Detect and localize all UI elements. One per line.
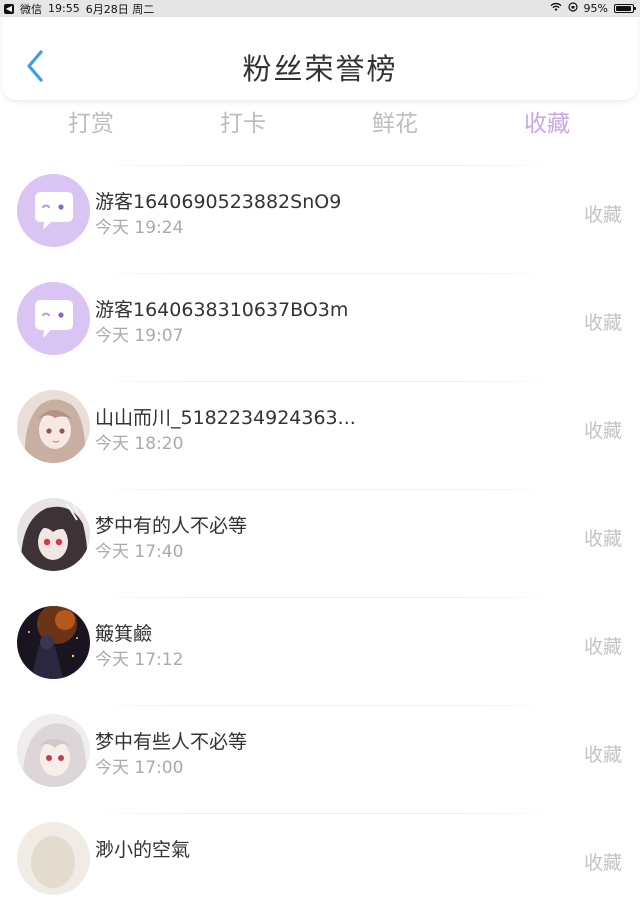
tab-favorites[interactable]: 收藏 [487, 104, 607, 138]
divider [95, 597, 555, 598]
action-label: 收藏 [583, 852, 622, 874]
divider [95, 381, 555, 382]
timestamp: 今天 18:20 [95, 434, 184, 454]
user-name: 渺小的空氣 [95, 839, 191, 861]
back-to-app-label[interactable]: 微信 [20, 1, 42, 17]
status-left: ◀ 微信 19:55 6月28日 周二 [4, 1, 154, 17]
avatar[interactable] [17, 390, 90, 463]
battery-percent: 95% [583, 2, 608, 15]
list-item[interactable]: 游客1640638310637BO3m 今天 19:07 收藏 [0, 273, 640, 381]
list-item[interactable]: 山山而川_5182234924363... 今天 18:20 收藏 [0, 381, 640, 489]
back-to-app-icon[interactable]: ◀ [4, 3, 14, 14]
list-item[interactable]: 梦中有的人不必等 今天 17:40 收藏 [0, 489, 640, 597]
avatar[interactable] [17, 282, 90, 355]
nav-header: 粉丝荣誉榜 [2, 17, 638, 100]
list-item[interactable]: 簸箕鹼 今天 17:12 收藏 [0, 597, 640, 705]
orientation-lock-icon [567, 2, 578, 15]
timestamp: 今天 17:00 [95, 758, 184, 778]
timestamp: 今天 19:07 [95, 326, 184, 346]
status-time: 19:55 [48, 2, 80, 15]
user-name: 梦中有些人不必等 [95, 731, 248, 753]
user-photo [17, 498, 90, 571]
action-label: 收藏 [583, 420, 622, 442]
avatar[interactable] [17, 174, 90, 247]
user-name: 游客1640638310637BO3m [95, 299, 349, 321]
action-label: 收藏 [583, 204, 622, 226]
list-item[interactable]: 游客1640690523882SnO9 今天 19:24 收藏 [0, 165, 640, 273]
tab-flowers[interactable]: 鲜花 [335, 104, 455, 138]
divider [95, 489, 555, 490]
user-name: 簸箕鹼 [95, 623, 153, 645]
divider [95, 705, 555, 706]
fan-list: 游客1640690523882SnO9 今天 19:24 收藏 游客164063… [0, 165, 640, 921]
user-photo [17, 606, 90, 679]
wifi-icon [550, 2, 562, 15]
divider [95, 813, 555, 814]
user-name: 游客1640690523882SnO9 [95, 191, 342, 213]
tab-checkin[interactable]: 打卡 [183, 104, 303, 138]
tab-reward[interactable]: 打赏 [31, 104, 151, 138]
action-label: 收藏 [583, 744, 622, 766]
user-name: 山山而川_5182234924363... [95, 407, 356, 429]
battery-icon [614, 4, 636, 13]
timestamp: 今天 17:40 [95, 542, 184, 562]
timestamp: 今天 19:24 [95, 218, 184, 238]
avatar[interactable] [17, 714, 90, 787]
avatar[interactable] [17, 606, 90, 679]
user-photo [17, 714, 90, 787]
tab-bar: 打赏 打卡 鲜花 收藏 [0, 100, 640, 144]
action-label: 收藏 [583, 636, 622, 658]
divider [95, 165, 555, 166]
status-bar: ◀ 微信 19:55 6月28日 周二 95% [0, 0, 640, 17]
user-photo [17, 822, 90, 895]
divider [95, 273, 555, 274]
chat-bubble-icon [17, 282, 90, 355]
user-photo [17, 390, 90, 463]
action-label: 收藏 [583, 312, 622, 334]
chat-bubble-icon [17, 174, 90, 247]
action-label: 收藏 [583, 528, 622, 550]
status-date: 6月28日 周二 [85, 2, 155, 16]
timestamp: 今天 17:12 [95, 650, 184, 670]
status-right: 95% [550, 2, 636, 15]
avatar[interactable] [17, 822, 90, 895]
user-name: 梦中有的人不必等 [95, 515, 248, 537]
list-item[interactable]: 梦中有些人不必等 今天 17:00 收藏 [0, 705, 640, 813]
list-item[interactable]: 渺小的空氣 收藏 [0, 813, 640, 921]
page-title: 粉丝荣誉榜 [242, 52, 398, 86]
avatar[interactable] [17, 498, 90, 571]
